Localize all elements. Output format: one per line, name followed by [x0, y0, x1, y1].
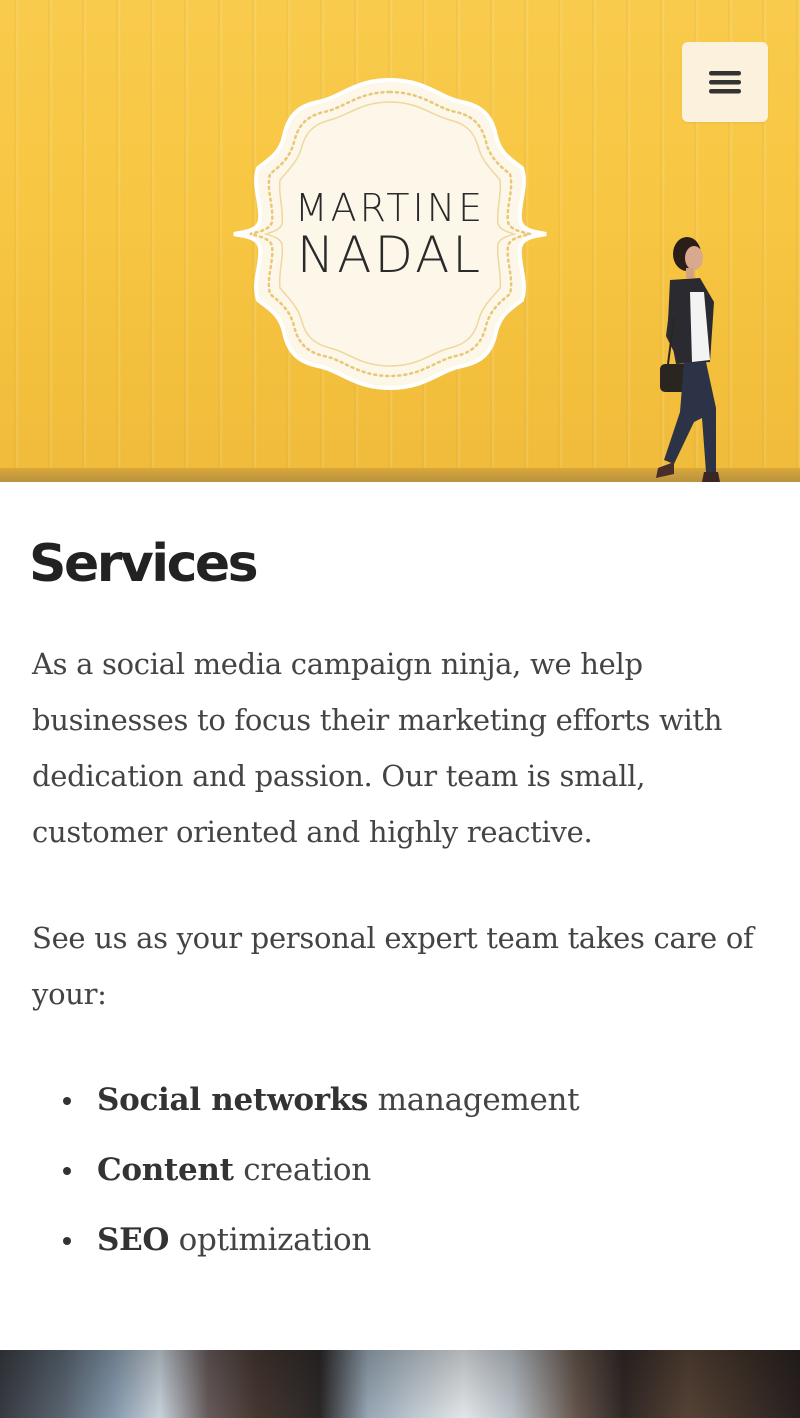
services-list: Social networks management Content creat… — [60, 1070, 580, 1280]
services-section: Services As a social media campaign ninj… — [0, 482, 800, 1350]
site-logo[interactable]: MARTINE NADAL — [230, 76, 550, 392]
hamburger-menu-icon — [709, 71, 741, 94]
list-item: Social networks management — [60, 1070, 580, 1140]
list-item-text: creation — [233, 1152, 371, 1188]
hero-banner: MARTINE NADAL — [0, 0, 800, 482]
photo-overlay — [0, 1350, 800, 1418]
menu-toggle-button[interactable] — [682, 42, 768, 122]
list-item-bold: Content — [97, 1152, 234, 1188]
bullet-dot — [63, 1097, 71, 1105]
page-title: Services — [29, 534, 259, 594]
list-item: Content creation — [60, 1140, 579, 1210]
list-item: SEO optimization — [60, 1210, 579, 1280]
list-item-text: optimization — [169, 1222, 372, 1258]
office-photo-section — [0, 1350, 800, 1418]
logo-text-last-name: NADAL — [296, 226, 484, 284]
walking-woman-image — [656, 237, 720, 482]
services-intro-paragraph: As a social media campaign ninja, we hel… — [32, 647, 723, 849]
list-item-text: management — [368, 1082, 580, 1118]
list-item-bold: SEO — [97, 1222, 170, 1258]
services-lead-paragraph: See us as your personal expert team take… — [32, 921, 754, 1011]
logo-text-first-name: MARTINE — [294, 186, 486, 230]
bullet-dot — [63, 1237, 71, 1245]
bullet-dot — [63, 1167, 71, 1175]
list-item-bold: Social networks — [97, 1082, 369, 1118]
